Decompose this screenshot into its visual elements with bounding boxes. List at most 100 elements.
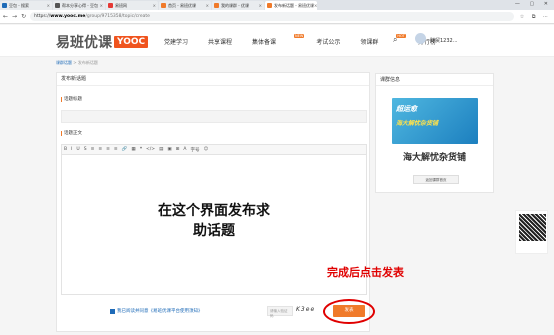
checkbox-icon[interactable] (110, 308, 115, 314)
site-logo[interactable]: 易班优课 YOOC (56, 32, 149, 52)
group-name: 海大解忧杂货铺 (402, 153, 466, 163)
menu-item-label: 党建学习 (164, 39, 189, 46)
toolbar-button[interactable]: S (84, 147, 87, 152)
toolbar-button[interactable]: ≡ (106, 147, 110, 152)
toolbar-button[interactable]: ▦ (131, 147, 135, 152)
tab-favicon-icon (108, 3, 113, 8)
breadcrumb: 课群话题 > 发布新话题 (56, 60, 98, 66)
tab-close-icon[interactable]: × (259, 3, 262, 8)
menu-item[interactable]: 集体备课 NEW (252, 34, 306, 46)
tab-label: 首页 - 易班优课 (168, 2, 196, 8)
tab-label: 豆包 - 搜索 (9, 2, 29, 8)
tab-label: 易班网 (115, 2, 127, 8)
toolbar-button[interactable]: ≡ (98, 147, 102, 152)
menu-badge: NEW (294, 34, 305, 38)
toolbar-button[interactable]: ▣ (167, 147, 171, 152)
address-bar: ← → ↻ https:// www.yooc.me /group/971535… (0, 10, 554, 24)
annotation-text: 完成后点击发表 (327, 266, 404, 279)
menu-item[interactable]: 考试公示 (316, 37, 350, 46)
group-banner[interactable]: 超运愈 海大解忧杂货铺 (392, 98, 478, 144)
editor-line-2: 助话题 (193, 223, 235, 239)
refresh-icon[interactable]: ↻ (21, 13, 26, 20)
username[interactable]: 财贸1232... (430, 37, 458, 44)
captcha-image[interactable]: K3ee (296, 306, 322, 316)
tab-favicon-icon (55, 3, 60, 8)
search-icon[interactable]: ⌕ (393, 35, 397, 45)
url-input[interactable]: https:// www.yooc.me /group/9715358/topi… (30, 12, 514, 21)
toolbar-button[interactable]: A (183, 147, 186, 152)
captcha-input[interactable]: 请输入验证码 (267, 306, 293, 318)
topic-form-panel: 发布新话题 话题标题 话题正文 B I U S ≡ ≡ ≡ ≡ 🔗 ▦ ❝ </> ▤ ▣ ⊞ A 字号 ☺ 在这… (56, 72, 370, 332)
tab-label: 我的课群 - 优课 (221, 2, 249, 8)
menu-item[interactable]: 领课群 HOT (360, 34, 408, 46)
tab-close-icon[interactable]: × (47, 3, 50, 8)
menu-item-label: 考试公示 (316, 39, 341, 46)
highlight-ring (323, 299, 375, 324)
group-info-panel: 课群信息 超运愈 海大解忧杂货铺 海大解忧杂货铺 返回课群首页 (375, 73, 494, 193)
editor-toolbar: B I U S ≡ ≡ ≡ ≡ 🔗 ▦ ❝ </> ▤ ▣ ⊞ A 字号 ☺ (61, 144, 367, 155)
toolbar-button[interactable]: ☺ (203, 147, 208, 152)
agreement-checkbox[interactable]: 我已阅读并同意《易班优课平台使用须知》 (110, 308, 203, 314)
tab-close-icon[interactable]: × (314, 3, 317, 8)
toolbar-button[interactable]: ≡ (91, 147, 95, 152)
menu-item-label: 领课群 (360, 39, 379, 46)
body-label: 话题正文 (61, 131, 82, 136)
title-label: 话题标题 (61, 97, 82, 102)
back-icon[interactable]: ← (3, 13, 8, 20)
window-controls[interactable]: — ▢ ✕ (515, 1, 552, 7)
back-to-group-button[interactable]: 返回课群首页 (413, 175, 459, 184)
banner-line-2: 海大解忧杂货铺 (396, 120, 439, 127)
tab-close-icon[interactable]: × (100, 3, 103, 8)
panel-title: 发布新话题 (57, 73, 369, 86)
topic-body-editor[interactable]: 在这个界面发布求 助话题 (61, 155, 367, 295)
tab-favicon-icon (2, 3, 7, 8)
sidebar-title: 课群信息 (376, 74, 493, 86)
menu-item[interactable]: 党建学习 (164, 37, 198, 46)
toolbar-button[interactable]: I (71, 147, 72, 152)
browser-tab[interactable]: 易班网 × (106, 1, 158, 10)
menu-item-label: 集体备课 (252, 39, 277, 46)
topic-title-input[interactable] (61, 110, 367, 123)
logo-text: 易班优课 (56, 35, 112, 51)
url-prefix: https:// (34, 14, 51, 19)
browser-tab[interactable]: 首页 - 易班优课 × (159, 1, 211, 10)
url-path: /group/9715358/topic/create (85, 14, 150, 19)
tab-label: 帮本分享心得 - 豆包 (62, 2, 98, 8)
tab-label: 发布新话题 - 易班优课 (274, 2, 314, 8)
browser-tab[interactable]: 帮本分享心得 - 豆包 × (53, 1, 105, 10)
browser-tab[interactable]: 豆包 - 搜索 × (0, 1, 52, 10)
toolbar-button[interactable]: ▤ (159, 147, 163, 152)
browser-tab-bar: 豆包 - 搜索 × 帮本分享心得 - 豆包 × 易班网 × 首页 - 易班优课 × 我的课群 -… (0, 0, 554, 10)
main-menu: 党建学习 共享课程 集体备课NEW 考试公示 领课群HOT 排行榜 (164, 34, 456, 46)
editor-content: 在这个界面发布求 助话题 (62, 201, 366, 241)
toolbar-button[interactable]: B (64, 147, 67, 152)
toolbar-button[interactable]: ⊞ (176, 147, 180, 152)
qr-code-image (519, 214, 546, 241)
toolbar-button[interactable]: 字号 (190, 147, 199, 153)
tab-close-icon[interactable]: × (153, 3, 156, 8)
tab-close-icon[interactable]: × (206, 3, 209, 8)
forward-icon[interactable]: → (12, 13, 17, 20)
browser-tab[interactable]: 我的课群 - 优课 × (212, 1, 264, 10)
browser-toolbar-icons[interactable]: ☆ ⧉ ⋯ (520, 14, 551, 20)
menu-item[interactable]: 共享课程 (208, 37, 242, 46)
toolbar-button[interactable]: U (76, 147, 79, 152)
site-header: 易班优课 YOOC 党建学习 共享课程 集体备课NEW 考试公示 领课群HOT 排行榜 ⌕… (0, 25, 554, 57)
browser-tab[interactable]: 发布新话题 - 易班优课 × (265, 1, 317, 10)
url-host: www.yooc.me (50, 14, 86, 19)
qr-code-widget (515, 210, 548, 254)
breadcrumb-current: 发布新话题 (77, 60, 98, 65)
toolbar-button[interactable]: ≡ (114, 147, 118, 152)
toolbar-button[interactable]: ❝ (140, 147, 142, 152)
menu-badge: HOT (396, 34, 406, 38)
agreement-text[interactable]: 我已阅读并同意《易班优课平台使用须知》 (117, 308, 203, 314)
tab-favicon-icon (161, 3, 166, 8)
toolbar-button[interactable]: </> (146, 147, 155, 152)
menu-item-label: 共享课程 (208, 39, 233, 46)
tab-favicon-icon (214, 3, 219, 8)
logo-badge: YOOC (114, 36, 149, 48)
banner-line-1: 超运愈 (396, 105, 417, 113)
toolbar-button[interactable]: 🔗 (122, 147, 128, 152)
breadcrumb-home[interactable]: 课群话题 (56, 60, 72, 65)
avatar[interactable] (415, 33, 426, 44)
